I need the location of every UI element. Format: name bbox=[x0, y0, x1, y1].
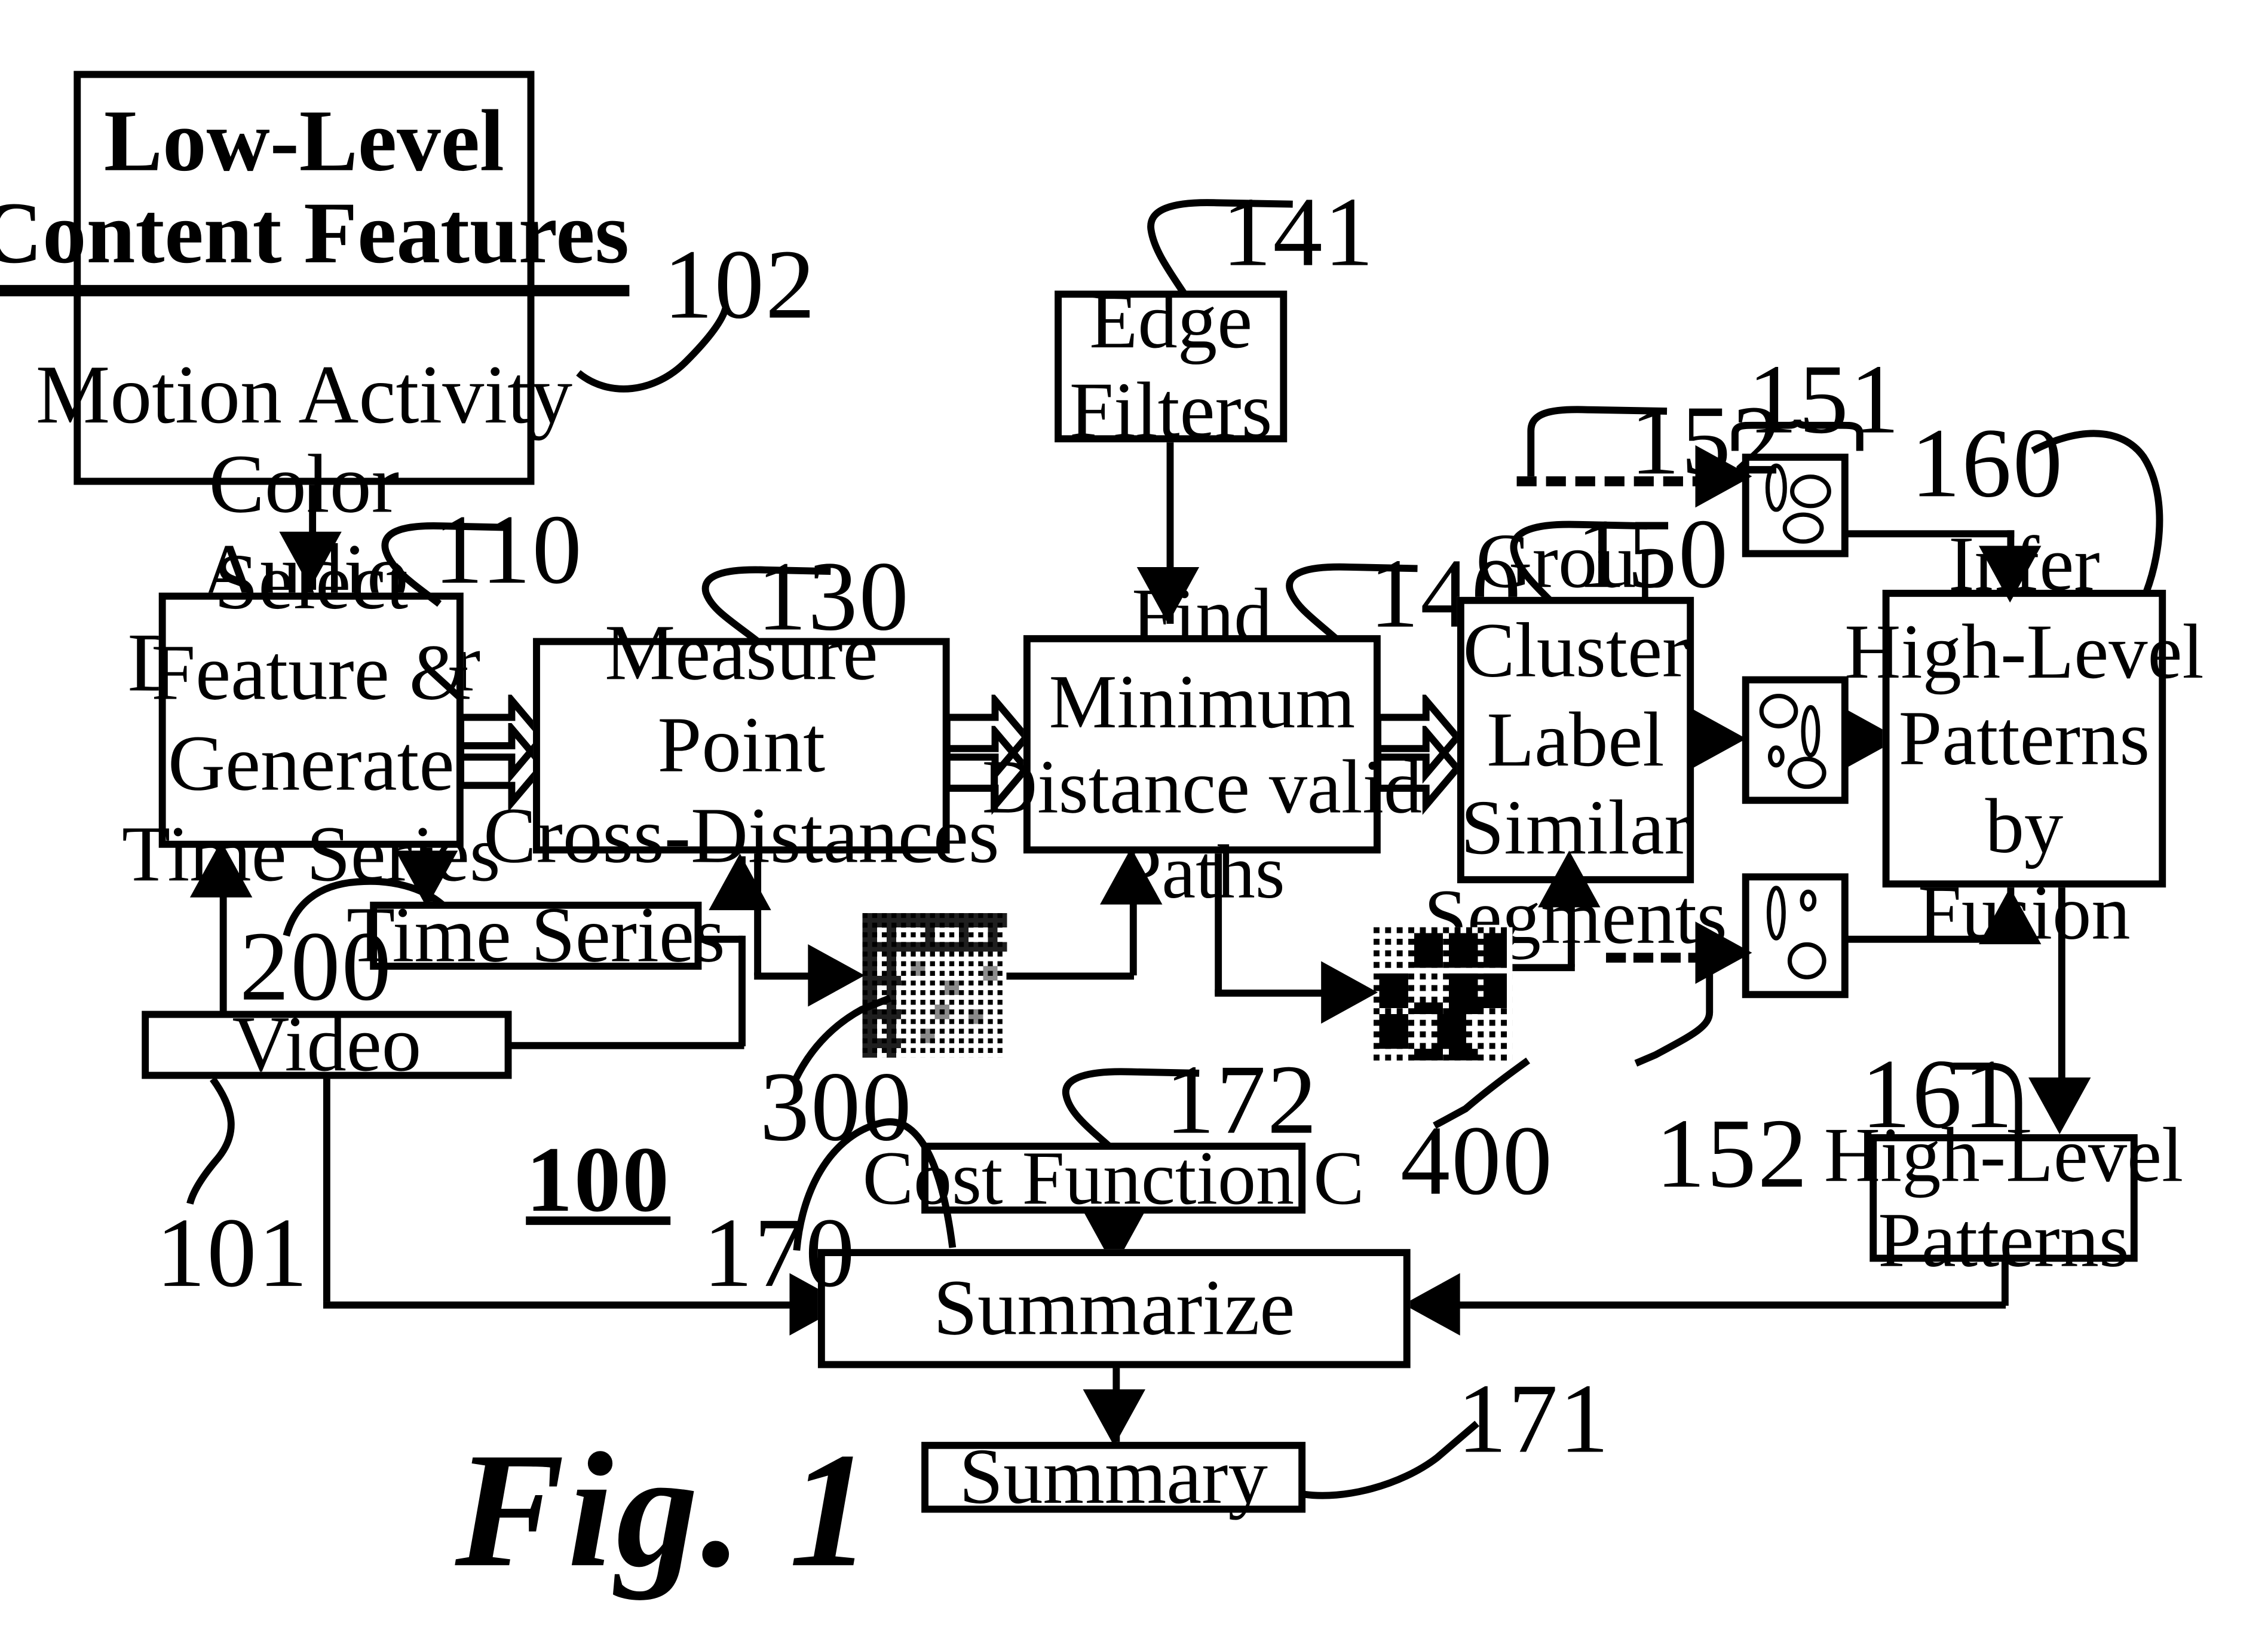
arrowhead-botthumb-to-infer bbox=[1979, 887, 2042, 945]
refnum-110: 110 bbox=[433, 496, 584, 606]
box-group-cluster-label-similar-segments: Group Cluster Label Similar Segments bbox=[1424, 518, 1727, 960]
arrowhead-matrix-to-find bbox=[1100, 847, 1163, 905]
box-select-feature-generate-time-series: Select Feature & Generate Time Series bbox=[122, 539, 501, 898]
summary-label: Summary bbox=[959, 1433, 1268, 1521]
arrowhead-topthumb-to-infer bbox=[1979, 546, 2042, 603]
connector-video-to-select bbox=[219, 890, 227, 1012]
refnum-100-system: 100 bbox=[526, 1128, 671, 1232]
refnum-130: 130 bbox=[756, 543, 911, 653]
refnum-172: 172 bbox=[1165, 1046, 1319, 1156]
connector-timeseries-right-h bbox=[698, 935, 743, 943]
find-line-2: Minimum bbox=[1049, 659, 1356, 744]
arrowhead-select-to-timeseries bbox=[395, 850, 458, 908]
figure-caption: Fig. 1 bbox=[455, 1420, 874, 1602]
flow-arrow-find-to-group-lower bbox=[1378, 725, 1460, 840]
refnum-171: 171 bbox=[1457, 1365, 1611, 1475]
leader-line-152-bottom bbox=[1630, 953, 1729, 1067]
low-level-title-line2: Content Features bbox=[0, 188, 629, 297]
refnum-141: 141 bbox=[1222, 178, 1375, 288]
refnum-102: 102 bbox=[663, 231, 817, 341]
connector-video-to-summarize-v bbox=[323, 1079, 330, 1302]
select-line-2: Feature & bbox=[151, 629, 471, 718]
figure-canvas: Low-Level Content Features Motion Activi… bbox=[0, 0, 2268, 1625]
connector-measure-to-matrix-v bbox=[754, 853, 762, 976]
box-low-level-content-features: Low-Level Content Features Motion Activi… bbox=[0, 71, 629, 704]
box-find-minimum-distance-valid-paths: Find Minimum Distance valid Paths bbox=[982, 573, 1422, 915]
refnum-101: 101 bbox=[155, 1199, 309, 1309]
keyframe-thumbnail-bottom bbox=[1742, 873, 1849, 999]
connector-clustermatrix-to-group-h bbox=[1512, 964, 1575, 972]
segment-cluster-matrix-image bbox=[1371, 927, 1515, 1067]
box-summary: Summary bbox=[921, 1438, 1306, 1517]
video-label: Video bbox=[232, 1000, 422, 1089]
keyframe-thumbnail-middle bbox=[1742, 676, 1849, 804]
arrowhead-find-to-clustermatrix bbox=[1321, 961, 1378, 1024]
infer-line-3: Patterns bbox=[1898, 695, 2150, 782]
group-line-2: Cluster bbox=[1463, 607, 1688, 694]
arrowhead-video-to-select bbox=[189, 840, 253, 898]
refnum-150: 150 bbox=[1576, 500, 1730, 610]
infer-line-2: High-Level bbox=[1844, 607, 2204, 694]
low-level-item-color: Color bbox=[209, 436, 400, 531]
low-level-item-motion-activity: Motion Activity bbox=[35, 347, 573, 442]
leader-line-171 bbox=[1301, 1420, 1483, 1500]
connector-matrix-to-find-h bbox=[1006, 972, 1134, 980]
arrowhead-group-to-midthumb bbox=[1690, 707, 1746, 770]
leader-line-101 bbox=[170, 1076, 247, 1207]
box-edge-filters: Edge Filters bbox=[1055, 277, 1288, 454]
low-level-title-line1: Low-Level bbox=[103, 93, 504, 190]
connector-hlp-to-summarize-h bbox=[1432, 1301, 2006, 1309]
connector-video-right-v bbox=[738, 935, 746, 1046]
box-infer-high-level-patterns-by-fusion: Infer High-Level Patterns by Fusion bbox=[1844, 520, 2203, 956]
infer-line-4: by bbox=[1985, 782, 2064, 869]
leader-line-160 bbox=[2031, 425, 2192, 601]
measure-line-2: Point bbox=[657, 701, 826, 789]
arrowhead-clustermatrix-to-group bbox=[1538, 850, 1601, 908]
find-line-3: Distance valid bbox=[982, 744, 1423, 829]
box-measure-point-cross-distances: Measure Point Cross-Distances bbox=[483, 609, 999, 881]
find-line-1: Find bbox=[1132, 572, 1273, 658]
refnum-152-top: 152 bbox=[1630, 387, 1783, 497]
group-line-3: Label bbox=[1487, 696, 1665, 782]
refnum-400: 400 bbox=[1400, 1107, 1554, 1217]
arrowhead-summarize-to-summary bbox=[1083, 1389, 1145, 1446]
select-line-3: Generate bbox=[168, 720, 455, 809]
connector-find-to-clustermatrix-h bbox=[1215, 990, 1334, 997]
box-high-level-patterns: High-Level Patterns bbox=[1824, 1111, 2183, 1282]
connector-topthumb-to-infer-h bbox=[1845, 530, 2015, 538]
leader-line-300b bbox=[793, 1100, 964, 1256]
refnum-152-bottom: 152 bbox=[1656, 1100, 1809, 1209]
arrowhead-timeseries-to-measure bbox=[709, 853, 771, 911]
summarize-label: Summarize bbox=[933, 1264, 1295, 1353]
arrowhead-hlp-to-summarize bbox=[1403, 1273, 1460, 1336]
connector-infer-to-hlp bbox=[2058, 887, 2065, 1098]
connector-find-to-clustermatrix-v bbox=[1215, 853, 1222, 996]
connector-hlp-to-summarize-v bbox=[2001, 1261, 2009, 1306]
connector-video-right-h bbox=[508, 1042, 744, 1049]
box-summarize: Summarize bbox=[817, 1249, 1411, 1368]
arrowhead-infer-to-hlp bbox=[2028, 1077, 2091, 1134]
box-video: Video bbox=[142, 1005, 512, 1085]
